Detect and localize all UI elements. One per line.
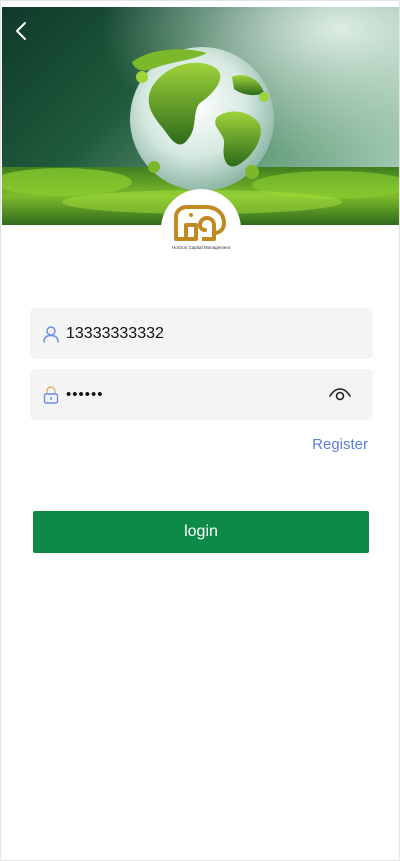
- user-icon: [30, 308, 66, 359]
- password-input[interactable]: [66, 374, 315, 415]
- logo-caption: Horizon Capital Management: [171, 245, 231, 250]
- elephant-logo-icon: [174, 205, 226, 241]
- phone-input[interactable]: [66, 313, 373, 354]
- login-page: Horizon Capital Management 13333333332 •…: [0, 0, 400, 861]
- brand-logo: Horizon Capital Management: [161, 189, 241, 269]
- password-field-container[interactable]: [30, 369, 373, 420]
- back-button[interactable]: [14, 21, 44, 51]
- eye-icon: [329, 387, 351, 400]
- chevron-left-icon: [16, 22, 26, 40]
- phone-field-container[interactable]: [30, 308, 373, 359]
- password-visibility-toggle[interactable]: [315, 369, 365, 420]
- login-button[interactable]: login: [33, 511, 369, 553]
- lock-icon: [30, 369, 66, 420]
- register-link[interactable]: Register: [312, 436, 368, 453]
